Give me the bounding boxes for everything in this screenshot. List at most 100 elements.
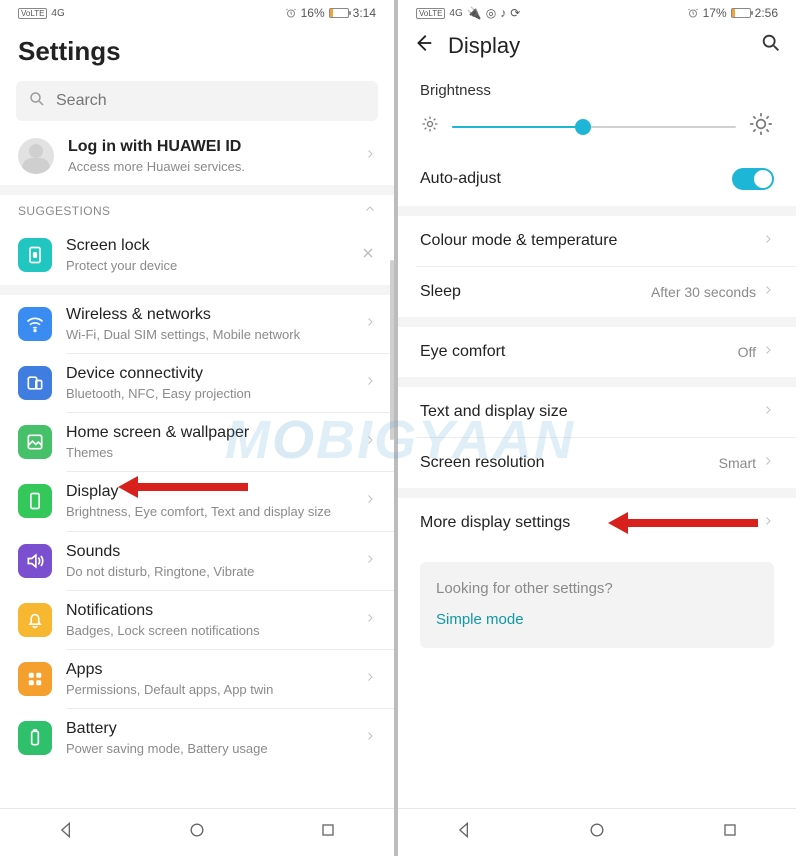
- info-question: Looking for other settings?: [436, 580, 758, 597]
- chevron-right-icon: [762, 403, 774, 421]
- auto-adjust-label: Auto-adjust: [420, 170, 732, 188]
- gallery-icon: [18, 425, 52, 459]
- sun-large-icon: [748, 111, 774, 142]
- row-label: Text and display size: [420, 403, 762, 421]
- usb-icon: 🔌: [467, 6, 482, 20]
- volte-icon: VoLTE: [18, 8, 47, 19]
- chevron-right-icon: [364, 729, 376, 747]
- search-field[interactable]: [56, 92, 366, 110]
- nav-back-icon[interactable]: [454, 820, 474, 845]
- item-label: Home screen & wallpaper: [66, 423, 350, 443]
- chevron-right-icon: [364, 492, 376, 510]
- row-label: More display settings: [420, 514, 762, 532]
- item-label: Notifications: [66, 601, 350, 621]
- suggestions-label: SUGGESTIONS: [18, 204, 110, 218]
- item-sub: Power saving mode, Battery usage: [66, 741, 350, 757]
- nav-home-icon[interactable]: [587, 820, 607, 845]
- login-row[interactable]: Log in with HUAWEI ID Access more Huawei…: [0, 127, 394, 185]
- chevron-right-icon: [364, 552, 376, 570]
- nav-back-icon[interactable]: [56, 820, 76, 845]
- row-eye-comfort[interactable]: Eye comfort Off: [398, 327, 796, 377]
- battery-percent: 17%: [703, 6, 727, 20]
- bell-icon: [18, 603, 52, 637]
- list-item-device-connectivity[interactable]: Device connectivity Bluetooth, NFC, Easy …: [0, 354, 394, 412]
- scrollbar[interactable]: [390, 260, 394, 440]
- nav-recents-icon[interactable]: [318, 820, 338, 845]
- row-label: Sleep: [420, 283, 651, 301]
- item-sub: Permissions, Default apps, App twin: [66, 682, 350, 698]
- instagram-icon: ◎: [486, 6, 496, 20]
- suggestion-label: Screen lock: [66, 236, 346, 256]
- nav-recents-icon[interactable]: [720, 820, 740, 845]
- chevron-right-icon: [364, 147, 376, 165]
- auto-adjust-row[interactable]: Auto-adjust: [398, 152, 796, 206]
- item-sub: Badges, Lock screen notifications: [66, 623, 350, 639]
- display-screen: VoLTE 4G 🔌 ◎ ♪ ⟳ 17% 2:56 Display Bright…: [398, 0, 796, 856]
- item-label: Device connectivity: [66, 364, 350, 384]
- list-item-home-screen[interactable]: Home screen & wallpaper Themes: [0, 413, 394, 471]
- page-title: Settings: [0, 26, 394, 75]
- status-left-icons: VoLTE 4G: [18, 8, 65, 19]
- suggestion-sub: Protect your device: [66, 258, 346, 274]
- row-more-display-settings[interactable]: More display settings: [398, 498, 796, 548]
- simple-mode-link[interactable]: Simple mode: [436, 611, 758, 628]
- status-right-icons: 17% 2:56: [687, 6, 778, 20]
- list-item-wireless[interactable]: Wireless & networksWi-Fi, Dual SIM setti…: [0, 295, 394, 353]
- item-sub: Bluetooth, NFC, Easy projection: [66, 386, 350, 402]
- suggestion-screen-lock[interactable]: Screen lock Protect your device: [0, 226, 394, 284]
- page-title: Display: [448, 33, 746, 59]
- section-gap: [0, 185, 394, 195]
- chevron-right-icon: [762, 343, 774, 361]
- row-value: Smart: [719, 455, 756, 471]
- clock-time: 3:14: [353, 6, 376, 20]
- search-icon[interactable]: [760, 32, 782, 60]
- sync-icon: ⟳: [510, 6, 520, 20]
- chevron-right-icon: [364, 611, 376, 629]
- wifi-icon: [18, 307, 52, 341]
- list-item-sounds[interactable]: SoundsDo not disturb, Ringtone, Vibrate: [0, 532, 394, 590]
- nav-bar: [0, 808, 394, 856]
- nav-home-icon[interactable]: [187, 820, 207, 845]
- alarm-icon: [285, 7, 297, 19]
- row-value: Off: [738, 344, 756, 360]
- item-sub: Wi-Fi, Dual SIM settings, Mobile network: [66, 327, 350, 343]
- row-colour-mode[interactable]: Colour mode & temperature: [398, 216, 796, 266]
- chevron-right-icon: [762, 454, 774, 472]
- list-item-battery[interactable]: BatteryPower saving mode, Battery usage: [0, 709, 394, 757]
- toggle-switch[interactable]: [732, 168, 774, 190]
- row-text-size[interactable]: Text and display size: [398, 387, 796, 437]
- chevron-right-icon: [364, 433, 376, 451]
- row-sleep[interactable]: Sleep After 30 seconds: [398, 267, 796, 317]
- settings-screen: VoLTE 4G 16% 3:14 Settings Log in with H…: [0, 0, 398, 856]
- apps-grid-icon: [18, 662, 52, 696]
- list-item-apps[interactable]: AppsPermissions, Default apps, App twin: [0, 650, 394, 708]
- status-right-icons: 16% 3:14: [285, 6, 376, 20]
- info-card: Looking for other settings? Simple mode: [420, 562, 774, 648]
- volte-icon: VoLTE: [416, 8, 445, 19]
- display-icon: [18, 484, 52, 518]
- close-icon[interactable]: [360, 245, 376, 266]
- battery-percent: 16%: [301, 6, 325, 20]
- list-item-notifications[interactable]: Notifications Badges, Lock screen notific…: [0, 591, 394, 649]
- list-item-display[interactable]: DisplayBrightness, Eye comfort, Text and…: [0, 472, 394, 530]
- item-sub: Do not disturb, Ringtone, Vibrate: [66, 564, 350, 580]
- chevron-up-icon[interactable]: [364, 203, 376, 218]
- row-label: Screen resolution: [420, 454, 719, 472]
- display-header: Display: [398, 26, 796, 68]
- signal-icon: 4G: [449, 8, 462, 19]
- status-bar: VoLTE 4G 16% 3:14: [0, 0, 394, 26]
- suggestions-header[interactable]: SUGGESTIONS: [0, 195, 394, 226]
- clock-time: 2:56: [755, 6, 778, 20]
- devices-icon: [18, 366, 52, 400]
- chevron-right-icon: [762, 283, 774, 301]
- row-screen-resolution[interactable]: Screen resolution Smart: [398, 438, 796, 488]
- item-label: Display: [66, 482, 350, 502]
- item-sub: Themes: [66, 445, 350, 461]
- brightness-slider[interactable]: [452, 117, 736, 137]
- search-input[interactable]: [16, 81, 378, 121]
- search-icon: [28, 90, 46, 113]
- chevron-right-icon: [762, 232, 774, 250]
- back-icon[interactable]: [412, 32, 434, 60]
- chevron-right-icon: [364, 374, 376, 392]
- section-gap: [0, 285, 394, 295]
